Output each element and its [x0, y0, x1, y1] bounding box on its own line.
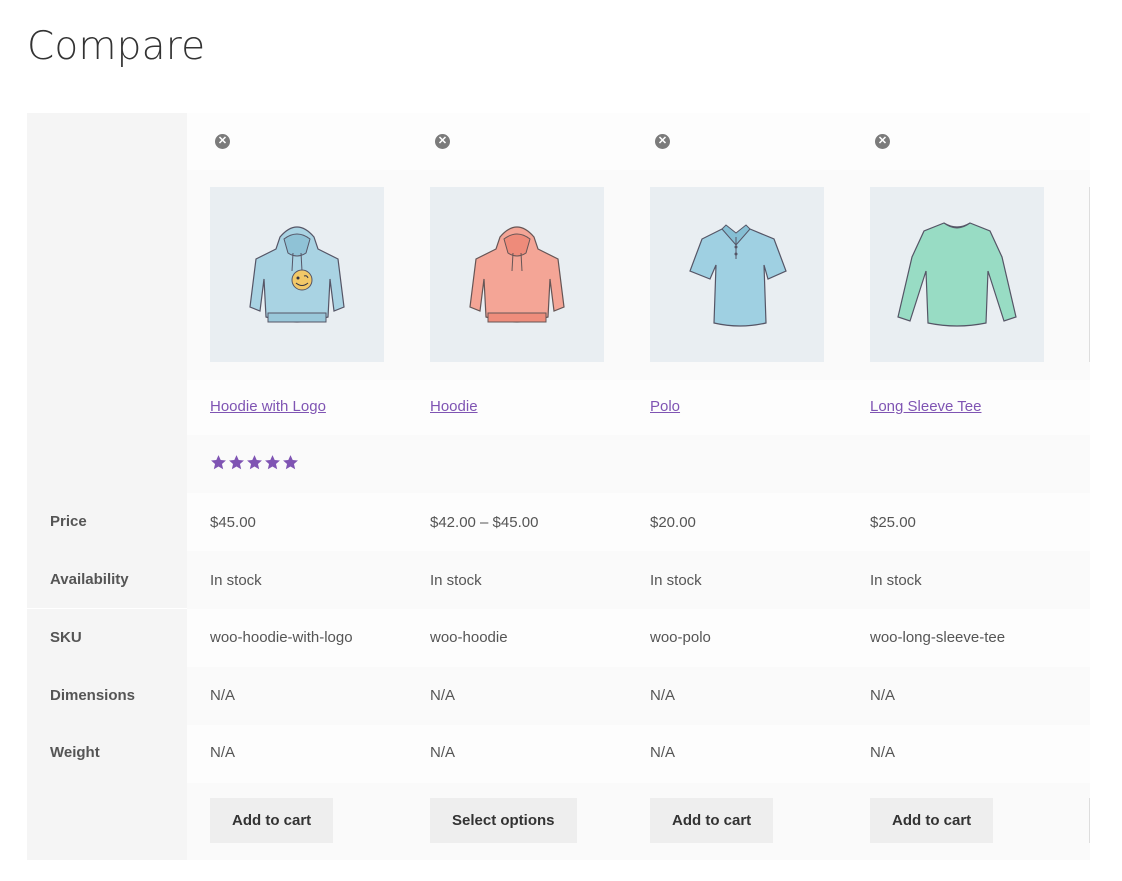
product-image-polo[interactable] — [650, 187, 824, 362]
add-to-cart-button[interactable]: Add to cart — [870, 798, 994, 843]
sku-value: woo-hoodie-with-logo — [210, 629, 353, 646]
remove-x-icon[interactable]: ✕ — [655, 134, 670, 149]
remove-x-icon[interactable]: ✕ — [215, 134, 230, 149]
sku-value: woo-hoodie — [430, 629, 508, 646]
weight-row — [187, 725, 1090, 783]
star-icon — [211, 455, 226, 470]
dimensions-row — [187, 667, 1090, 725]
page-title: Compare — [27, 24, 206, 69]
long-sleeve-tee-icon — [897, 222, 1017, 327]
availability-value: In stock — [210, 572, 262, 589]
sku-value: woo-polo — [650, 629, 711, 646]
star-icon — [283, 455, 298, 470]
remove-row — [187, 113, 1090, 170]
product-image-long-sleeve-tee[interactable] — [870, 187, 1044, 362]
compare-table: Price Availability SKU Dimensions Weight… — [27, 113, 1090, 860]
availability-row — [187, 551, 1090, 609]
weight-label: Weight — [50, 744, 100, 761]
product-link-hoodie[interactable]: Hoodie — [430, 398, 478, 415]
price-label: Price — [50, 513, 87, 530]
star-rating — [210, 454, 300, 474]
availability-label: Availability — [50, 571, 129, 588]
weight-value: N/A — [650, 744, 676, 761]
star-icon — [247, 455, 262, 470]
dimensions-value: N/A — [430, 687, 456, 704]
price-value: $20.00 — [650, 514, 696, 531]
rating-row — [187, 435, 1090, 493]
star-icon — [265, 455, 280, 470]
add-to-cart-button[interactable]: Add to cart — [210, 798, 334, 843]
product-link-hoodie-with-logo[interactable]: Hoodie with Logo — [210, 398, 326, 415]
add-to-cart-button[interactable]: Add to cart — [650, 798, 774, 843]
availability-value: In stock — [870, 572, 922, 589]
dimensions-label: Dimensions — [50, 687, 136, 704]
polo-shirt-icon — [689, 224, 787, 327]
availability-value: In stock — [650, 572, 702, 589]
hoodie-icon — [469, 226, 565, 323]
weight-value: N/A — [870, 744, 896, 761]
product-link-long-sleeve-tee[interactable]: Long Sleeve Tee — [870, 398, 981, 415]
dimensions-value: N/A — [210, 687, 236, 704]
sku-label: SKU — [50, 629, 82, 646]
remove-x-icon[interactable]: ✕ — [435, 134, 450, 149]
clipped-column-edge — [1089, 187, 1090, 362]
remove-x-icon[interactable]: ✕ — [875, 134, 890, 149]
price-value: $25.00 — [870, 514, 916, 531]
product-image-hoodie[interactable] — [430, 187, 604, 362]
label-divider — [27, 608, 187, 609]
product-image-hoodie-with-logo[interactable] — [210, 187, 384, 362]
dimensions-value: N/A — [870, 687, 896, 704]
clipped-column-edge — [1089, 798, 1090, 843]
price-value: $42.00 – $45.00 — [430, 514, 539, 531]
weight-value: N/A — [210, 744, 236, 761]
sku-value: woo-long-sleeve-tee — [870, 629, 1006, 646]
hoodie-with-logo-icon — [249, 226, 345, 323]
product-link-polo[interactable]: Polo — [650, 398, 680, 415]
select-options-button[interactable]: Select options — [430, 798, 577, 843]
dimensions-value: N/A — [650, 687, 676, 704]
weight-value: N/A — [430, 744, 456, 761]
price-value: $45.00 — [210, 514, 256, 531]
star-icon — [229, 455, 244, 470]
price-row — [187, 493, 1090, 551]
availability-value: In stock — [430, 572, 482, 589]
